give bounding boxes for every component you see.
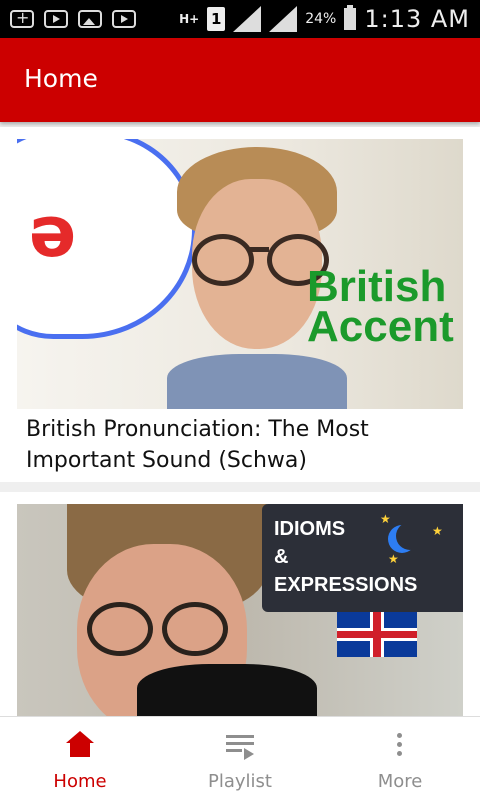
nav-more[interactable]: More — [320, 717, 480, 801]
more-vertical-icon — [384, 731, 416, 759]
playlist-icon — [224, 731, 256, 760]
thumbnail-caption-line: & — [274, 546, 289, 568]
clock: 1:13 AM — [364, 5, 470, 33]
signal-icon — [269, 6, 298, 32]
thumbnail-caption: IDIOMS & EXPRESSIONS ★ ★ ★ — [262, 504, 463, 612]
system-indicators: H+ 1 24% 1:13 AM — [179, 5, 470, 33]
battery-percent: 24% — [305, 11, 337, 27]
video-card[interactable]: IDIOMS & EXPRESSIONS ★ ★ ★ — [0, 492, 480, 716]
thumbnail-caption-line: British — [307, 262, 447, 311]
network-type: H+ — [179, 12, 200, 26]
thumbnail-caption-line: IDIOMS — [274, 518, 346, 540]
page-title: Home — [24, 64, 98, 93]
status-bar: H+ 1 24% 1:13 AM — [0, 0, 480, 38]
moon-icon — [396, 522, 424, 550]
video-card[interactable]: ə British Accent British Pronunciation: … — [0, 127, 480, 482]
image-notification-icon — [78, 10, 102, 28]
app-bar: Home — [0, 38, 480, 122]
bottom-navigation: Home Playlist More — [0, 716, 480, 801]
star-icon: ★ — [432, 524, 443, 538]
battery-icon — [344, 5, 357, 30]
star-icon: ★ — [380, 512, 391, 526]
nav-home-label: Home — [53, 771, 107, 792]
home-icon — [64, 731, 96, 759]
add-notification-icon — [10, 8, 34, 28]
video-thumbnail[interactable]: IDIOMS & EXPRESSIONS ★ ★ ★ — [17, 504, 463, 716]
schwa-symbol: ə — [29, 191, 77, 273]
nav-home[interactable]: Home — [0, 717, 160, 801]
thumbnail-caption-line: EXPRESSIONS — [274, 574, 418, 596]
video-thumbnail[interactable]: ə British Accent — [17, 139, 463, 409]
nav-more-label: More — [377, 771, 423, 792]
video-list[interactable]: ə British Accent British Pronunciation: … — [0, 122, 480, 716]
video-title[interactable]: British Pronunciation: The Most Importan… — [26, 414, 456, 476]
sim-icon: 1 — [207, 7, 226, 31]
youtube-notification-icon — [112, 10, 136, 28]
thumbnail-caption: British Accent — [307, 262, 454, 351]
nav-playlist-label: Playlist — [208, 771, 272, 792]
signal-icon — [233, 6, 262, 32]
notification-icons — [10, 8, 136, 28]
star-icon: ★ — [388, 552, 399, 566]
nav-playlist[interactable]: Playlist — [160, 717, 320, 801]
youtube-notification-icon — [44, 10, 68, 28]
thumbnail-caption-line: Accent — [307, 302, 454, 351]
uk-flag-icon — [337, 612, 417, 657]
